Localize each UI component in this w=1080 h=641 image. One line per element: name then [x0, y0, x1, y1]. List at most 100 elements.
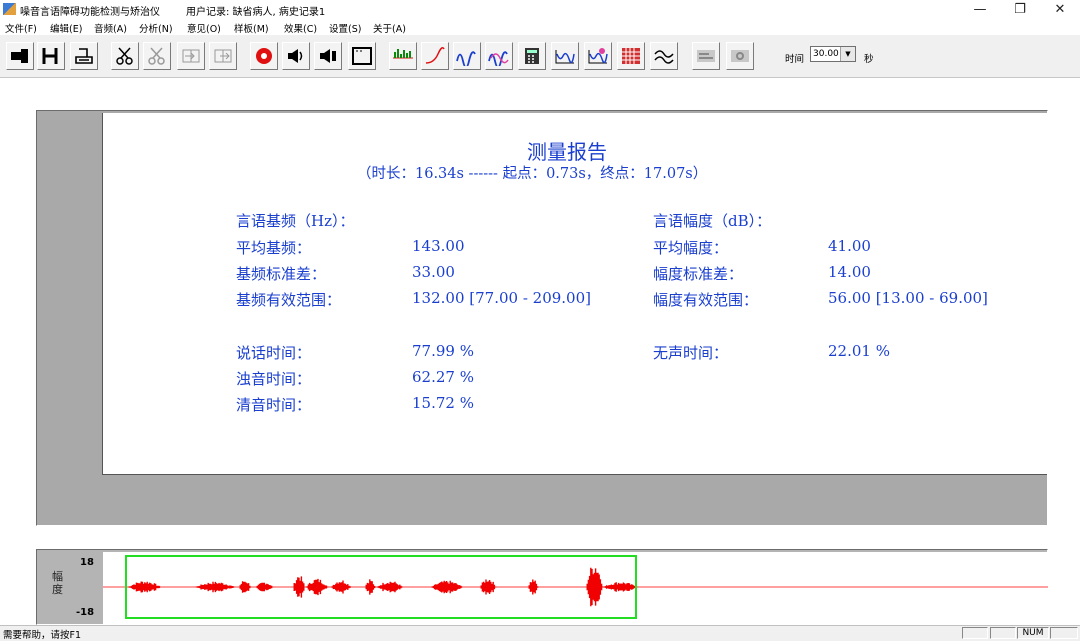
calculator-button[interactable]	[518, 42, 546, 70]
status-panel	[1050, 627, 1078, 639]
silence-value: 22.01 %	[828, 342, 890, 360]
formant-icon	[555, 50, 575, 64]
cut-icon	[116, 47, 133, 65]
menu-file[interactable]: 文件(F)	[5, 21, 37, 35]
pitch-row-label: 基频有效范围：	[236, 291, 342, 309]
cut-gray-icon	[148, 47, 165, 65]
menu-analysis[interactable]: 分析(N)	[139, 21, 173, 35]
report-subtitle: （时长：16.34s ------ 起点：0.73s，终点：17.07s）	[357, 166, 708, 182]
menu-about[interactable]: 关于(A)	[373, 21, 406, 35]
timing-row-label: 说话时间：	[236, 344, 312, 362]
export-button[interactable]	[209, 42, 237, 70]
amplitude-row-label: 幅度标准差：	[653, 265, 744, 283]
speaker-icon	[288, 49, 303, 63]
amplitude-axis-min: -18	[76, 607, 95, 618]
selection-box[interactable]	[125, 555, 637, 619]
gray-tool2-icon	[731, 50, 749, 62]
grid-icon	[622, 48, 640, 64]
amplitude-row-label: 幅度有效范围：	[653, 291, 759, 309]
timing-row-value: 15.72 %	[412, 394, 474, 412]
cut-button[interactable]	[111, 42, 139, 70]
time-select[interactable]: 30.00 ▼	[810, 46, 856, 62]
timing-row-value: 62.27 %	[412, 368, 474, 386]
pitch-row-label: 基频标准差：	[236, 265, 327, 283]
toolbar: 时间 30.00 ▼ 秒	[0, 37, 1080, 78]
menu-effects[interactable]: 效果(C)	[284, 21, 317, 35]
app-icon	[3, 3, 16, 15]
curve-button[interactable]	[421, 42, 449, 70]
pitch-row-value: 132.00 [77.00 - 209.00]	[412, 289, 591, 307]
amplitude-row-value: 14.00	[828, 263, 871, 281]
curve-icon	[425, 47, 445, 64]
record-icon	[256, 48, 272, 64]
import-icon	[182, 49, 200, 63]
time-select-value: 30.00	[813, 49, 839, 59]
speaker-right-icon	[320, 49, 336, 63]
time-label: 时间	[785, 54, 805, 65]
status-num: NUM	[1017, 627, 1049, 639]
status-panel	[962, 627, 988, 639]
menu-settings[interactable]: 设置(S)	[329, 21, 361, 35]
close-button[interactable]: ✕	[1040, 0, 1080, 20]
gray-tool-1-button[interactable]	[692, 42, 720, 70]
silence-label: 无声时间：	[653, 344, 729, 362]
menu-edit[interactable]: 编辑(E)	[50, 21, 82, 35]
amplitude-row-label: 平均幅度：	[653, 239, 729, 257]
cut-disabled-button[interactable]	[143, 42, 171, 70]
title-bar: 噪音言语障碍功能检测与矫治仪 用户记录: 缺省病人, 病史记录1 — ❐ ✕	[0, 0, 1080, 20]
record-button[interactable]	[250, 42, 278, 70]
menu-opinion[interactable]: 意见(O)	[187, 21, 221, 35]
waveform-compare-button[interactable]	[485, 42, 513, 70]
window-title: 噪音言语障碍功能检测与矫治仪	[20, 7, 160, 18]
report-title: 测量报告	[527, 140, 607, 164]
status-panel	[990, 627, 1016, 639]
print-icon	[75, 48, 93, 64]
formant-g-icon	[588, 48, 608, 64]
save-icon	[42, 48, 58, 64]
waveform-blue-icon	[456, 51, 476, 66]
time-unit: 秒	[864, 54, 874, 65]
compare-button[interactable]	[650, 42, 678, 70]
play-button[interactable]	[282, 42, 310, 70]
open-record-button[interactable]	[6, 42, 34, 70]
formant-g-button[interactable]	[584, 42, 612, 70]
import-button[interactable]	[177, 42, 205, 70]
play-selection-button[interactable]	[314, 42, 342, 70]
print-button[interactable]	[70, 42, 98, 70]
open-record-icon	[11, 49, 28, 63]
spectrum-button[interactable]	[389, 42, 417, 70]
amplitude-header: 言语幅度（dB）：	[653, 212, 772, 230]
status-bar: 需要帮助，请按F1 NUM	[0, 625, 1080, 641]
minimize-button[interactable]: —	[960, 0, 1000, 20]
menu-bar: 文件(F) 编辑(E) 音频(A) 分析(N) 意见(O) 样板(M) 效果(C…	[0, 20, 1080, 35]
pitch-row-label: 平均基频：	[236, 239, 312, 257]
timing-row-value: 77.99 %	[412, 342, 474, 360]
amplitude-row-value: 56.00 [13.00 - 69.00]	[828, 289, 988, 307]
menu-audio[interactable]: 音频(A)	[94, 21, 127, 35]
waveform-pink-icon	[488, 51, 509, 66]
grid-button[interactable]	[617, 42, 645, 70]
status-help: 需要帮助，请按F1	[3, 630, 82, 641]
spectrum-icon	[393, 49, 413, 59]
chevron-down-icon[interactable]: ▼	[840, 47, 855, 61]
restore-button[interactable]: ❐	[1000, 0, 1040, 20]
waveform-button[interactable]	[453, 42, 481, 70]
pitch-header: 言语基频（Hz）：	[236, 212, 355, 230]
user-record: 用户记录: 缺省病人, 病史记录1	[186, 7, 326, 18]
frame-icon	[352, 47, 372, 65]
compare-icon	[654, 50, 674, 64]
amplitude-axis-label: 幅度	[52, 570, 63, 596]
gray-tool-2-button[interactable]	[726, 42, 754, 70]
pitch-row-value: 33.00	[412, 263, 455, 281]
save-button[interactable]	[37, 42, 65, 70]
timing-row-label: 清音时间：	[236, 396, 312, 414]
pitch-row-value: 143.00	[412, 237, 465, 255]
timing-row-label: 浊音时间：	[236, 370, 312, 388]
gray-tool1-icon	[697, 50, 715, 62]
frame-button[interactable]	[348, 42, 376, 70]
amplitude-row-value: 41.00	[828, 237, 871, 255]
calculator-icon	[525, 48, 539, 64]
export-icon	[214, 49, 232, 63]
menu-template[interactable]: 样板(M)	[234, 21, 269, 35]
formant-button[interactable]	[551, 42, 579, 70]
